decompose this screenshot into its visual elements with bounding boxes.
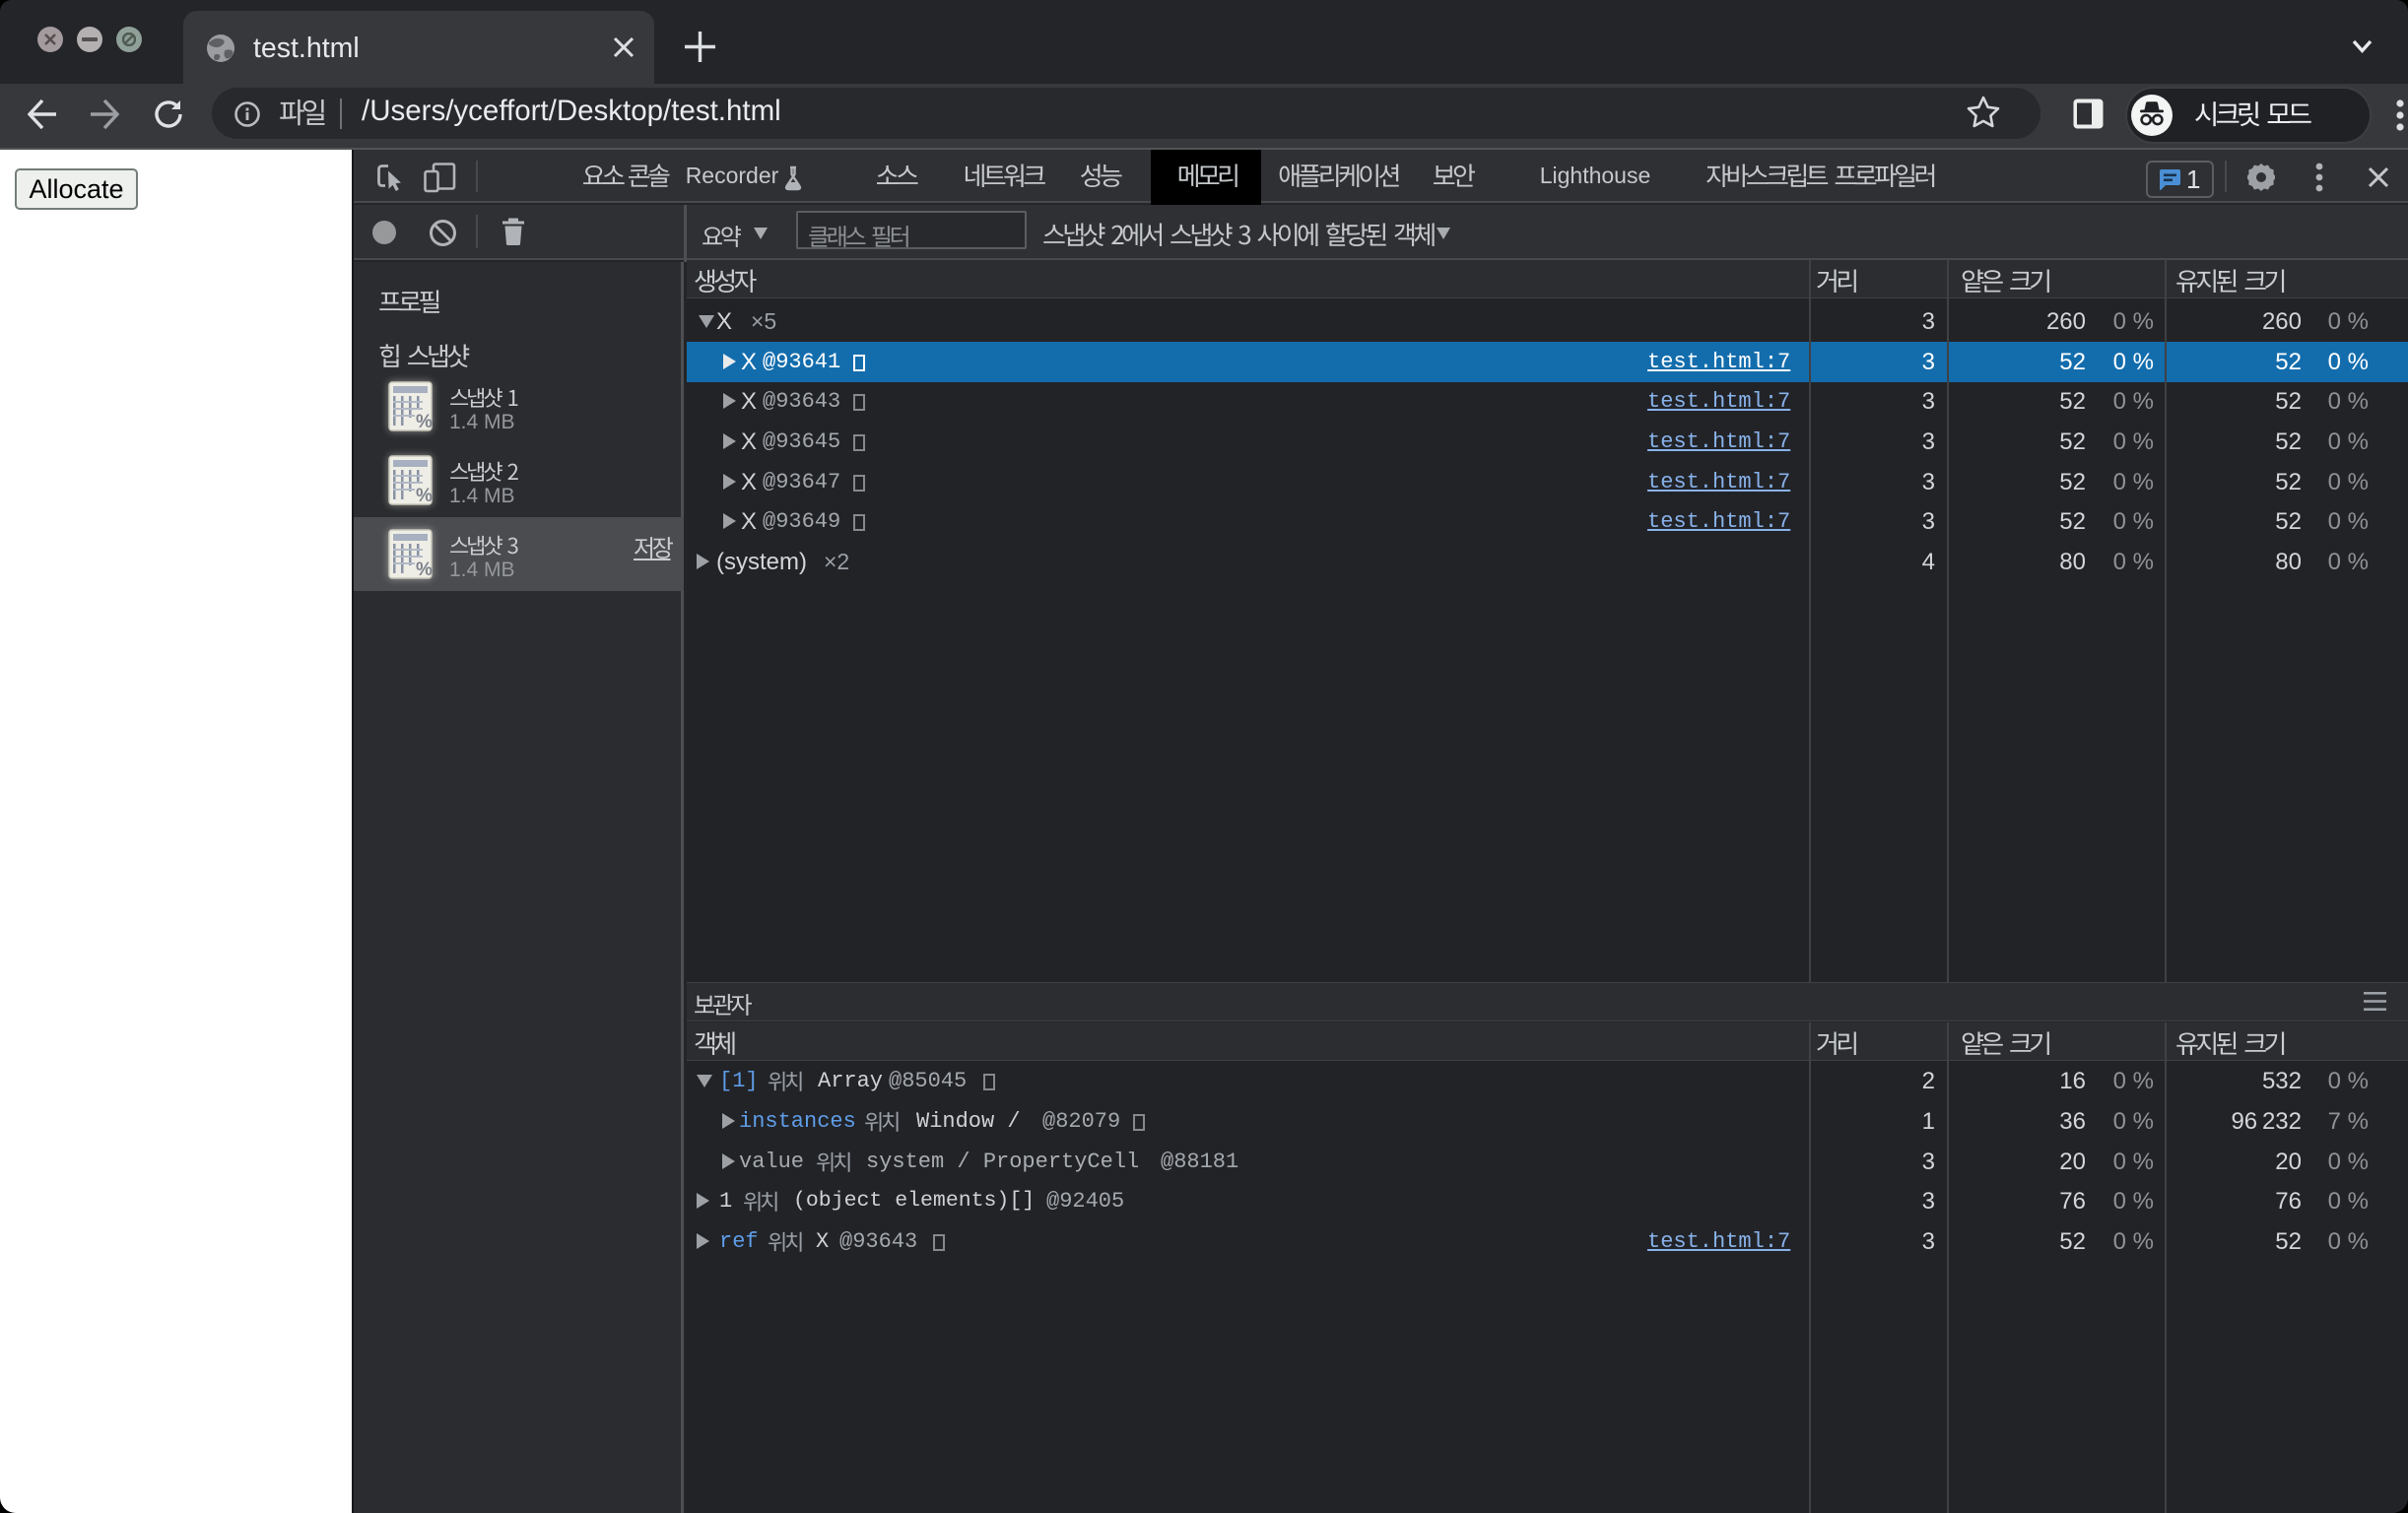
svg-text:%: %: [416, 412, 433, 431]
svg-text:%: %: [416, 559, 433, 579]
svg-text:%: %: [416, 486, 433, 505]
